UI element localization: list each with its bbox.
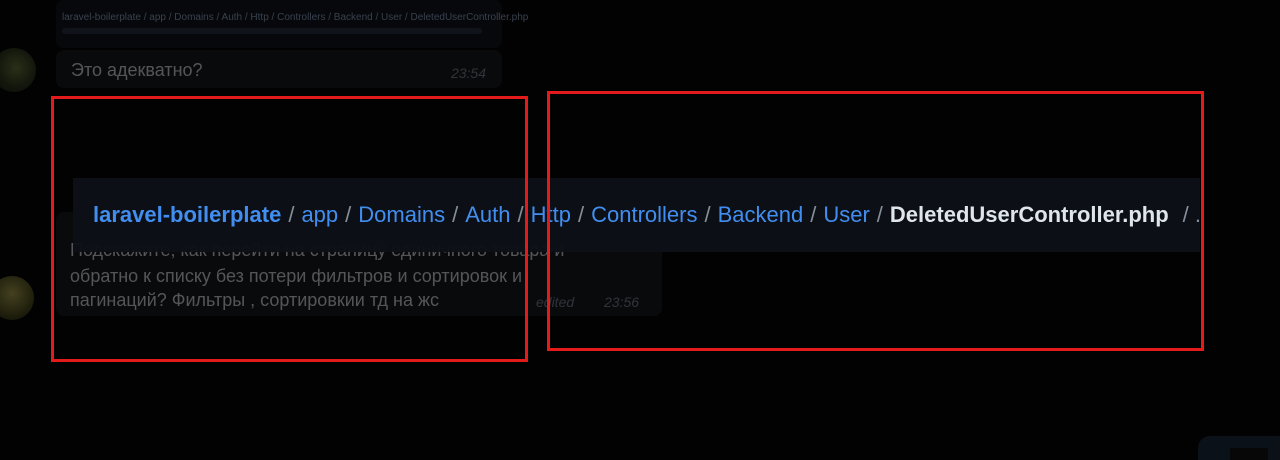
message-text: Это адекватно?	[71, 60, 203, 80]
breadcrumb-item-backend[interactable]: Backend	[718, 202, 804, 228]
breadcrumb-separator: /	[288, 202, 295, 227]
quoted-message-bubble[interactable]: laravel-boilerplate / app / Domains / Au…	[56, 0, 528, 48]
edited-label: edited	[536, 294, 575, 310]
breadcrumb-separator: /	[517, 202, 524, 227]
message-line: пагинаций? Фильтры , сортировкии тд на ж…	[70, 290, 440, 310]
breadcrumb-separator: /	[345, 202, 352, 227]
breadcrumb-trailing: / ...	[1182, 202, 1200, 227]
message-line: обратно к списку без потери фильтров и с…	[70, 266, 523, 286]
breadcrumb-separator: /	[577, 202, 585, 227]
message-time: 23:54	[450, 65, 486, 81]
message-bubble[interactable]: Это адекватно? 23:54	[56, 50, 502, 88]
breadcrumb-item-auth[interactable]: Auth	[465, 202, 510, 228]
quoted-preview-line	[62, 28, 482, 34]
breadcrumb-item-user[interactable]: User	[823, 202, 869, 228]
breadcrumb-item-app[interactable]: app	[301, 202, 338, 228]
breadcrumb-separator: /	[452, 202, 459, 227]
breadcrumb-item-controllers[interactable]: Controllers	[591, 202, 697, 228]
breadcrumb-separator: /	[876, 202, 883, 227]
breadcrumb-item-domains[interactable]: Domains	[358, 202, 445, 228]
scroll-down-button[interactable]	[1198, 436, 1280, 460]
avatar[interactable]	[0, 48, 36, 92]
breadcrumb-separator: /	[704, 202, 711, 227]
message-time: 23:56	[604, 294, 640, 310]
breadcrumb-separator: /	[810, 202, 817, 227]
breadcrumb-repo-link[interactable]: laravel-boilerplate	[93, 202, 281, 228]
breadcrumb: laravel-boilerplate / app / Domains / Au…	[73, 178, 1200, 252]
breadcrumb-current-file: DeletedUserController.php	[889, 202, 1169, 227]
quoted-path-text: laravel-boilerplate / app / Domains / Au…	[62, 12, 529, 23]
avatar[interactable]	[0, 276, 34, 320]
breadcrumb-item-http[interactable]: Http	[531, 202, 571, 228]
scroll-down-icon	[1230, 448, 1268, 460]
